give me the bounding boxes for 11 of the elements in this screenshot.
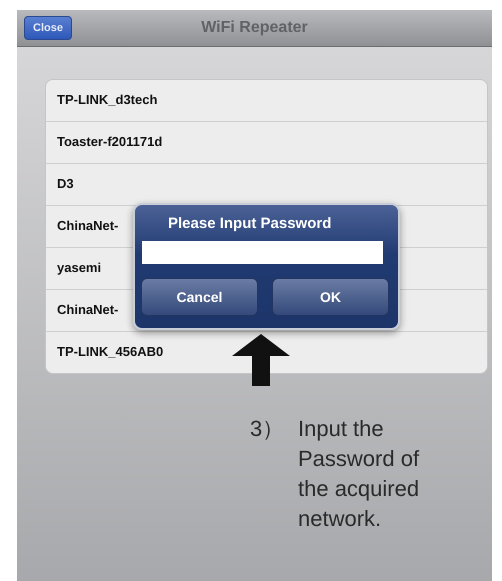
step-number: 3） [250,415,286,443]
password-field[interactable] [142,241,383,264]
dialog-button[interactable]: OK [272,278,389,316]
close-button[interactable]: Close [24,16,72,40]
network-item[interactable]: TP-LINK_d3tech [46,80,487,121]
dialog-title: Please Input Password [168,215,332,234]
instruction-text: Input the Password of the acquired network. [298,415,420,533]
network-item[interactable]: Toaster-f201171d [46,121,487,163]
window-title: WiFi Repeater [200,19,309,37]
dialog-button[interactable]: Cancel [141,278,258,316]
up-arrow-icon [232,334,290,386]
